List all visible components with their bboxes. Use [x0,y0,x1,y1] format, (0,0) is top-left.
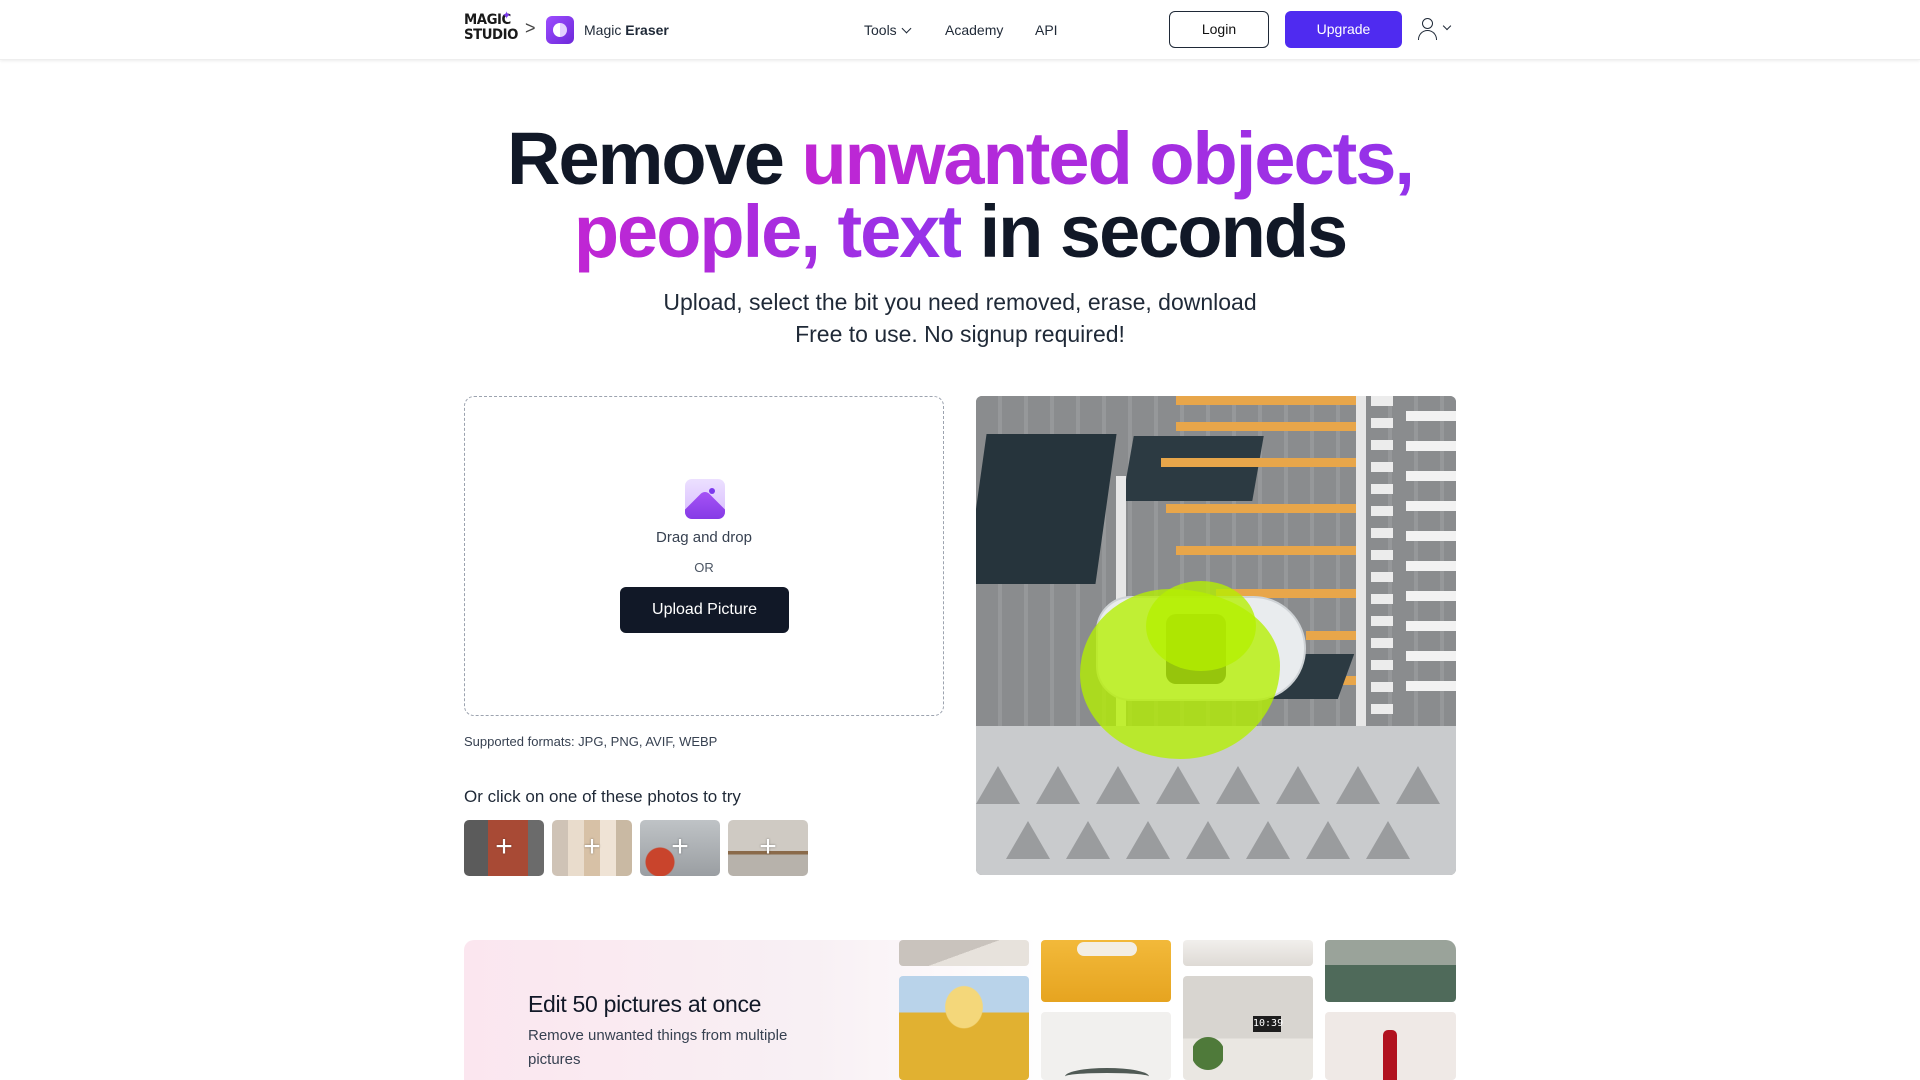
sample-photo-4[interactable]: + [728,820,808,876]
image-icon-mountain [685,489,725,519]
promo-title: Edit 50 pictures at once [528,991,762,1017]
user-icon [1422,18,1433,29]
clock-display: 10:39 [1253,1016,1283,1032]
chevron-right-icon: > [525,18,536,38]
magic-studio-logo[interactable]: MAGIC STUDIO ✦ [464,10,518,47]
supported-formats-text: Supported formats: JPG, PNG, AVIF, WEBP [464,734,718,749]
hero-title-part1: Remove [507,117,802,200]
promo-photo-tile [1041,940,1171,1002]
user-icon-body [1418,30,1437,40]
bulk-edit-promo: Edit 50 pictures at once Remove unwanted… [464,940,1456,1080]
app-name[interactable]: Magic Eraser [584,21,669,39]
promo-photo-tile: 10:39 [1183,976,1313,1080]
upgrade-button[interactable]: Upgrade [1285,11,1402,48]
promo-photo-tile [1325,1012,1456,1080]
zebra-crossing [1371,396,1393,726]
erase-selection-mask-2 [1146,581,1256,671]
hero-title-part2: in seconds [961,190,1349,273]
login-button[interactable]: Login [1169,11,1269,48]
sample-photo-2[interactable]: + [552,820,632,876]
image-icon-sun [709,488,715,494]
nav-academy-link[interactable]: Academy [945,20,1003,40]
chevron-down-icon [901,23,912,34]
upload-dropzone[interactable]: Drag and drop OR Upload Picture [464,396,944,716]
hero-title-highlight1: unwanted objects, [801,117,1415,200]
building-shadow [976,434,1117,584]
demo-image-car-erase [976,396,1456,875]
hero-subtitle-line1: Upload, select the bit you need removed,… [663,289,1257,315]
upload-picture-button[interactable]: Upload Picture [620,587,789,633]
drag-and-drop-text: Drag and drop [656,529,752,546]
plus-icon: + [671,830,689,863]
nav-tools-menu[interactable]: Tools [864,20,912,40]
chevron-down-icon [1442,21,1452,31]
sample-photo-3[interactable]: + [640,820,720,876]
promo-subtitle: Remove unwanted things from multiple pic… [528,1027,788,1068]
nav-api-link[interactable]: API [1035,20,1058,40]
app-name-light: Magic [584,22,622,38]
plus-icon: + [583,830,601,863]
promo-photo-tile [899,940,1029,966]
plus-icon: + [495,830,513,863]
promo-photo-tile [1325,940,1456,1002]
promo-photo-tile [1041,1012,1171,1080]
plus-icon: + [759,830,777,863]
plant [1193,1031,1223,1076]
hero-subtitle: Upload, select the bit you need removed,… [0,286,1920,350]
image-upload-icon [685,479,725,519]
promo-photo-tile [1183,940,1313,966]
top-navbar: MAGIC STUDIO ✦ > Magic Eraser Tools Acad… [0,0,1920,60]
magic-eraser-app-icon[interactable] [546,16,574,44]
building-shadow-2 [1122,436,1264,501]
hero-title: Remove unwanted objects, people, text in… [0,122,1920,269]
logo-text-line2: STUDIO [464,27,518,43]
hero-subtitle-line2: Free to use. No signup required! [795,321,1125,347]
or-separator: OR [694,560,714,575]
nav-tools-label: Tools [864,22,897,38]
hero-title-highlight2: people, text [573,190,963,273]
promo-photo-tile [899,976,1029,1080]
user-menu[interactable] [1418,16,1458,44]
sample-photo-1[interactable]: + [464,820,544,876]
sparkle-icon: ✦ [502,10,512,22]
sample-photos-label: Or click on one of these photos to try [464,787,741,806]
app-name-bold: Eraser [625,22,669,38]
